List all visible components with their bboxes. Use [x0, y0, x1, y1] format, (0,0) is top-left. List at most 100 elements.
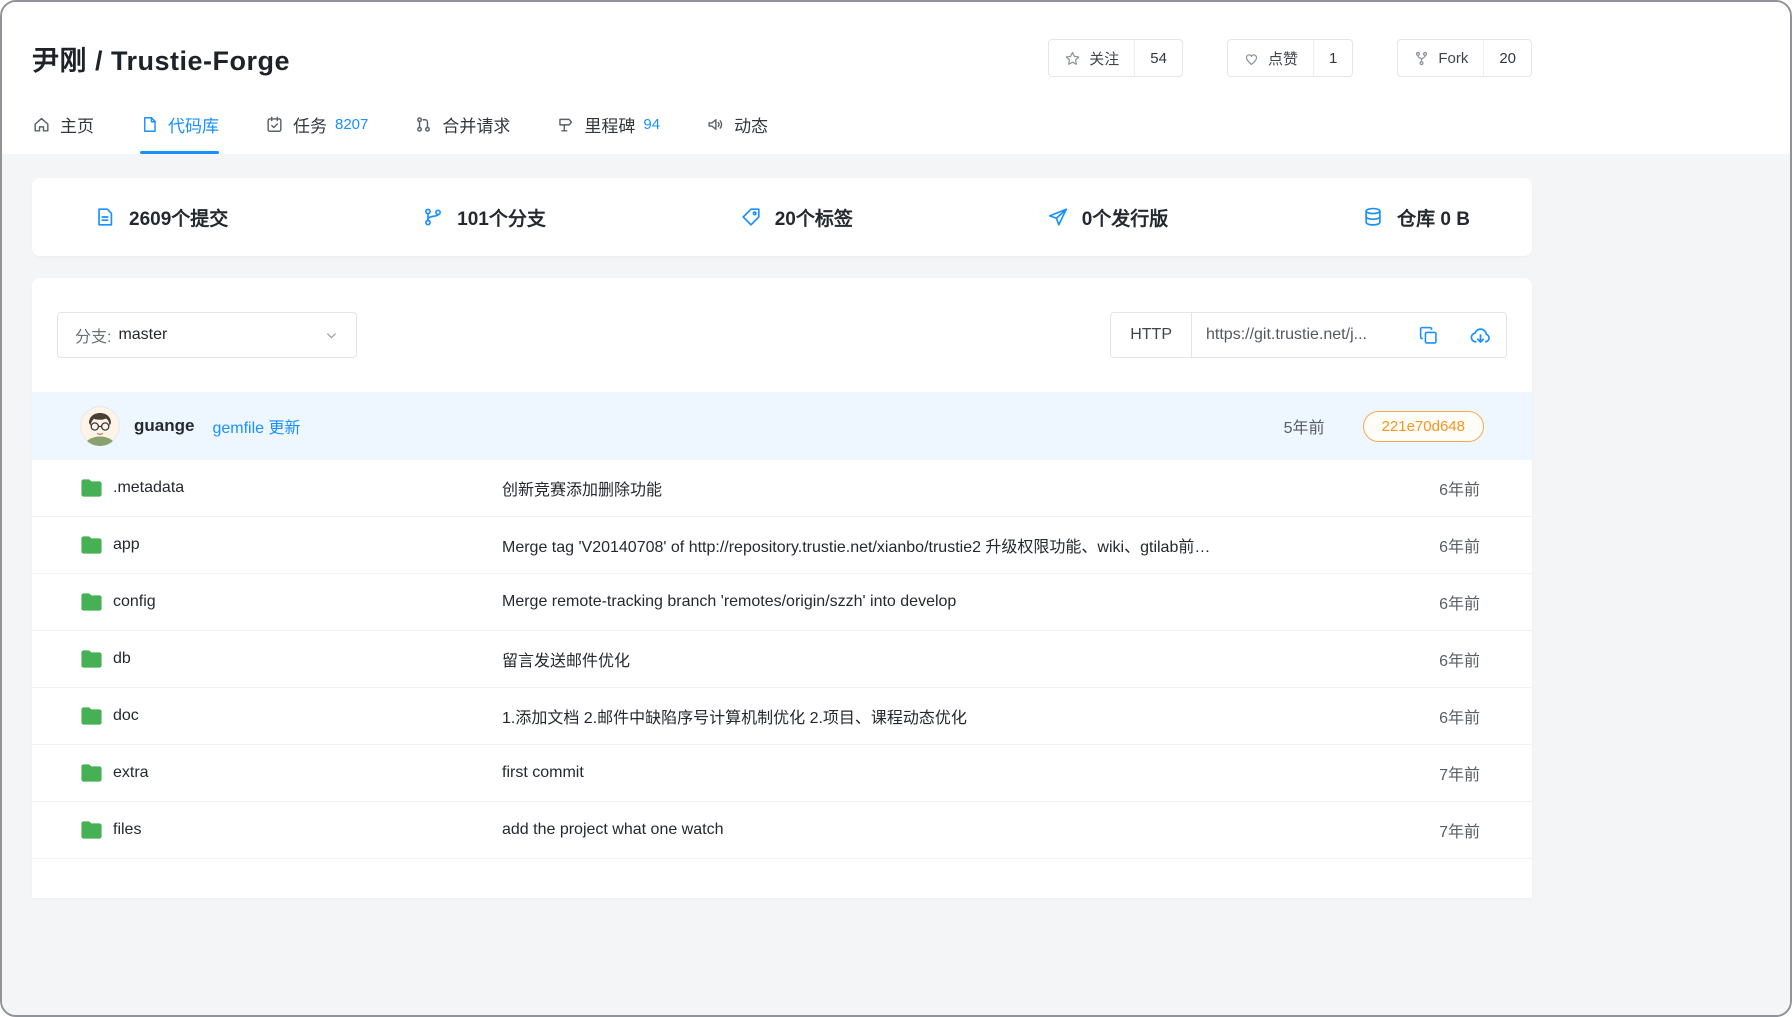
commit-time: 5年前 [1284, 414, 1325, 438]
copy-icon [1418, 325, 1439, 346]
watch-count[interactable]: 54 [1134, 40, 1182, 76]
latest-commit-row: guange gemfile 更新 5年前 221e70d648 [32, 392, 1532, 460]
merge-icon [414, 115, 433, 134]
file-commit-message[interactable]: Merge remote-tracking branch 'remotes/or… [502, 593, 1420, 611]
file-name[interactable]: config [113, 593, 156, 611]
repo-icon [140, 115, 159, 134]
tab-label: 主页 [60, 112, 94, 137]
stat-label: 20个标签 [775, 204, 853, 231]
folder-icon [80, 706, 103, 726]
file-row[interactable]: files add the project what one watch 7年前 [32, 802, 1532, 859]
tab-label: 动态 [734, 112, 768, 137]
stat-repo-size[interactable]: 仓库 0 B [1362, 204, 1470, 231]
file-commit-message[interactable]: 创新竞赛添加删除功能 [502, 476, 1420, 500]
tab-label: 合并请求 [442, 112, 510, 137]
stat-tags[interactable]: 20个标签 [740, 204, 853, 231]
tab-badge: 8207 [335, 116, 368, 133]
file-name[interactable]: extra [113, 764, 149, 782]
protocol-http-button[interactable]: HTTP [1111, 313, 1192, 357]
clone-url-field[interactable]: https://git.trustie.net/j... [1192, 313, 1402, 357]
tab-activity[interactable]: 动态 [706, 112, 768, 154]
database-icon [1362, 206, 1384, 228]
tab-label: 任务 [293, 112, 327, 137]
like-button[interactable]: 点赞 1 [1227, 39, 1353, 77]
file-commit-message[interactable]: 1.添加文档 2.邮件中缺陷序号计算机制优化 2.项目、课程动态优化 [502, 704, 1420, 728]
commit-message-link[interactable]: gemfile 更新 [212, 414, 300, 438]
branch-icon [422, 206, 444, 228]
fork-button[interactable]: Fork 20 [1397, 39, 1532, 77]
repo-actions: 关注 54 点赞 1 [1048, 39, 1532, 77]
file-commit-time: 6年前 [1420, 590, 1480, 614]
stat-commits[interactable]: 2609个提交 [94, 204, 228, 231]
file-row[interactable]: config Merge remote-tracking branch 'rem… [32, 574, 1532, 631]
download-button[interactable] [1454, 313, 1506, 357]
tag-icon [740, 206, 762, 228]
folder-icon [80, 535, 103, 555]
file-name[interactable]: app [113, 536, 140, 554]
file-name[interactable]: db [113, 650, 131, 668]
milestone-icon [556, 115, 575, 134]
folder-icon [80, 478, 103, 498]
tab-home[interactable]: 主页 [32, 112, 94, 154]
clone-url-group: HTTP https://git.trustie.net/j... [1110, 312, 1507, 358]
watch-button[interactable]: 关注 54 [1048, 39, 1183, 77]
fork-count[interactable]: 20 [1483, 40, 1531, 76]
file-row[interactable]: .metadata 创新竞赛添加删除功能 6年前 [32, 460, 1532, 517]
file-row[interactable]: app Merge tag 'V20140708' of http://repo… [32, 517, 1532, 574]
file-commit-time: 6年前 [1420, 476, 1480, 500]
like-label: 点赞 [1268, 48, 1298, 69]
file-name[interactable]: files [113, 821, 141, 839]
file-row[interactable]: doc 1.添加文档 2.邮件中缺陷序号计算机制优化 2.项目、课程动态优化 6… [32, 688, 1532, 745]
tab-code[interactable]: 代码库 [140, 112, 219, 154]
commit-author[interactable]: guange [134, 416, 194, 436]
repo-toolbar: 分支: master HTTP https://git.trustie.net/… [32, 278, 1532, 392]
commits-icon [94, 206, 116, 228]
stat-label: 0个发行版 [1082, 204, 1169, 231]
tab-label: 代码库 [168, 112, 219, 137]
file-commit-time: 6年前 [1420, 533, 1480, 557]
heart-icon [1243, 50, 1260, 67]
app-window: 尹刚 / Trustie-Forge 关注 54 [0, 0, 1792, 1017]
folder-icon [80, 649, 103, 669]
file-name[interactable]: doc [113, 707, 139, 725]
like-count[interactable]: 1 [1313, 40, 1352, 76]
file-row[interactable]: extra first commit 7年前 [32, 745, 1532, 802]
repo-browser-card: 分支: master HTTP https://git.trustie.net/… [32, 278, 1532, 898]
file-list: .metadata 创新竞赛添加删除功能 6年前 app Merge tag '… [32, 460, 1532, 859]
file-commit-message[interactable]: add the project what one watch [502, 821, 1420, 839]
branch-label: 分支: [75, 323, 111, 347]
avatar[interactable] [80, 406, 120, 446]
copy-url-button[interactable] [1402, 313, 1454, 357]
stat-releases[interactable]: 0个发行版 [1047, 204, 1169, 231]
branch-value: master [118, 326, 167, 344]
stat-label: 仓库 0 B [1397, 204, 1470, 231]
file-commit-time: 7年前 [1420, 761, 1480, 785]
page-content: 2609个提交 101个分支 20个标签 [2, 154, 1790, 1015]
task-icon [265, 115, 284, 134]
folder-icon [80, 763, 103, 783]
star-icon [1064, 50, 1081, 67]
file-commit-time: 7年前 [1420, 818, 1480, 842]
file-commit-message[interactable]: Merge tag 'V20140708' of http://reposito… [502, 533, 1420, 557]
chevron-down-icon [324, 328, 339, 343]
tab-issues[interactable]: 任务 8207 [265, 112, 368, 154]
commit-hash-badge[interactable]: 221e70d648 [1363, 411, 1484, 442]
cloud-download-icon [1469, 324, 1492, 347]
stat-label: 101个分支 [457, 204, 546, 231]
fork-icon [1413, 50, 1430, 67]
tab-badge: 94 [643, 116, 660, 133]
repo-tabs: 主页 代码库 任务 8207 合并请 [32, 112, 1532, 154]
tab-pulls[interactable]: 合并请求 [414, 112, 510, 154]
fork-label: Fork [1438, 50, 1468, 67]
tab-milestones[interactable]: 里程碑 94 [556, 112, 660, 154]
branch-selector[interactable]: 分支: master [57, 312, 357, 358]
page-title: 尹刚 / Trustie-Forge [32, 39, 290, 78]
file-commit-message[interactable]: 留言发送邮件优化 [502, 647, 1420, 671]
file-commit-message[interactable]: first commit [502, 764, 1420, 782]
folder-icon [80, 820, 103, 840]
release-icon [1047, 206, 1069, 228]
activity-icon [706, 115, 725, 134]
stat-branches[interactable]: 101个分支 [422, 204, 546, 231]
file-row[interactable]: db 留言发送邮件优化 6年前 [32, 631, 1532, 688]
file-name[interactable]: .metadata [113, 479, 184, 497]
